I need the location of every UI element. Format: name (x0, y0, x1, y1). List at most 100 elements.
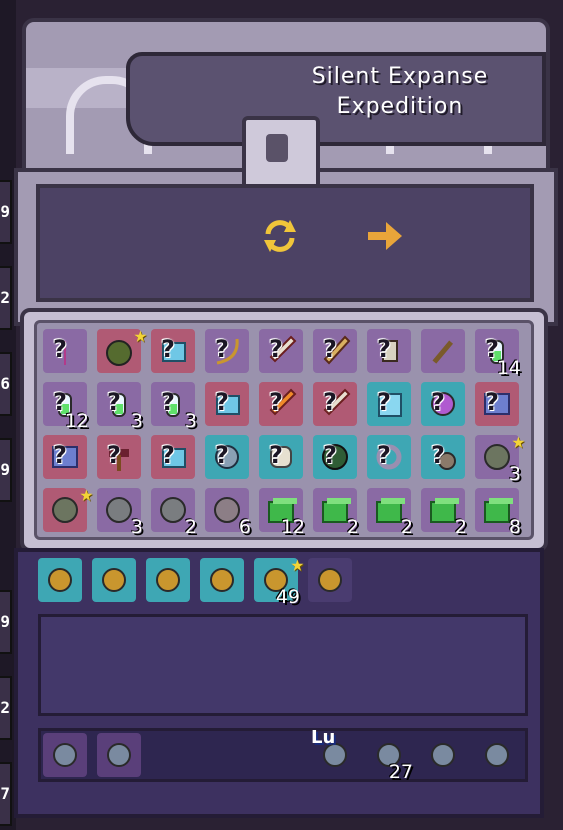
unknown-mark: ? (323, 388, 337, 416)
hotbar-slot[interactable] (43, 733, 87, 777)
item-label: Lu (311, 727, 336, 748)
inventory-slot[interactable]: ? (205, 435, 249, 479)
moss-bundle-icon (106, 340, 132, 366)
accessory-slot[interactable] (308, 558, 352, 602)
stack-count: 2 (346, 516, 359, 538)
edge-number: 7 (0, 762, 12, 826)
pendant-icon (210, 568, 234, 592)
inventory-slot[interactable]: ? 14 (475, 329, 521, 379)
unknown-mark: ? (53, 335, 67, 363)
inventory-slot[interactable]: 2 (151, 488, 197, 538)
inventory-slot[interactable]: ? (151, 435, 195, 479)
right-arrow-icon[interactable] (362, 214, 406, 258)
edge-number: 9 (0, 438, 12, 502)
inventory-slot[interactable]: ? (43, 435, 87, 479)
edge-number: 2 (0, 266, 12, 330)
inventory-slot[interactable]: 8 (475, 488, 521, 538)
pickaxe-icon (107, 743, 131, 767)
inventory-slot[interactable]: ? (367, 435, 411, 479)
stack-count: 6 (238, 516, 251, 538)
unknown-mark: ? (431, 388, 445, 416)
arrow-icon-graphic (368, 222, 402, 250)
stone-3-icon (52, 497, 78, 523)
stack-count: 3 (130, 410, 143, 432)
inventory-slot[interactable]: ? (259, 329, 303, 373)
accessory-slot[interactable] (200, 558, 244, 602)
cane-icon (53, 743, 77, 767)
unknown-mark: ? (269, 335, 283, 363)
accessory-slot[interactable] (146, 558, 190, 602)
unknown-mark: ? (323, 441, 337, 469)
unknown-mark: ? (107, 441, 121, 469)
stack-count: 3 (508, 463, 521, 485)
unknown-mark: ? (323, 335, 337, 363)
inventory-slot[interactable]: ? (421, 435, 465, 479)
unknown-mark: ? (431, 441, 445, 469)
stack-count: 2 (454, 516, 467, 538)
inventory-slot[interactable]: ? (205, 329, 249, 373)
stack-count: 2 (184, 516, 197, 538)
inventory-slot[interactable]: 2 (367, 488, 413, 538)
edge-number: 9 (0, 180, 12, 244)
staff-icon (432, 340, 454, 364)
accessory-slot[interactable] (92, 558, 136, 602)
seed-bag-icon (318, 568, 342, 592)
inventory-slot[interactable]: 2 (313, 488, 359, 538)
refresh-icon-graphic (264, 220, 296, 252)
inventory-slot[interactable]: ? (259, 382, 303, 426)
favorite-star-icon: ★ (133, 323, 147, 348)
inventory-slot[interactable]: ? (367, 329, 411, 373)
unknown-mark: ? (161, 441, 175, 469)
inventory-slot[interactable]: ? 12 (43, 382, 89, 432)
unknown-mark: ? (377, 335, 391, 363)
stack-count: 12 (64, 410, 89, 432)
unknown-mark: ? (53, 441, 67, 469)
inventory-slot[interactable]: ? (367, 382, 411, 426)
inventory-slot[interactable]: 3 (97, 488, 143, 538)
hotbar-slot[interactable] (475, 733, 519, 777)
inventory-slot[interactable]: 12 (259, 488, 305, 538)
inventory-slot[interactable]: 6 (205, 488, 251, 538)
inventory-panel: ? ★?????? 14? 12? 3? 3?????????????? ★ 3 ★ 3 2 6 12 2… (20, 308, 548, 552)
inventory-slot[interactable]: ? (151, 329, 195, 373)
inventory-slot[interactable]: ? 3 (151, 382, 197, 432)
inventory-slot[interactable]: ? 3 (97, 382, 143, 432)
edge-number: 6 (0, 352, 12, 416)
edge-number: 9 (0, 590, 12, 654)
unknown-mark: ? (215, 335, 229, 363)
compass-icon (431, 743, 455, 767)
unknown-mark: ? (269, 388, 283, 416)
hotbar-slot[interactable]: Lu (311, 727, 357, 777)
unknown-mark: ? (269, 441, 283, 469)
inventory-slot[interactable]: ? (313, 435, 357, 479)
green-book-icon (485, 743, 509, 767)
inventory-slot[interactable]: ★ 3 (475, 429, 525, 485)
inventory-slot[interactable]: ? (313, 382, 357, 426)
keyhole (266, 134, 288, 162)
inventory-slot[interactable]: ? (313, 329, 357, 373)
hotbar-slot[interactable] (97, 733, 141, 777)
hotbar-slot[interactable] (421, 733, 465, 777)
inventory-slot[interactable]: 2 (421, 488, 467, 538)
inventory-slot[interactable]: ? (205, 382, 249, 426)
accessory-slot[interactable]: ★ 49 (254, 552, 304, 608)
hotbar-slot[interactable]: 27 (367, 733, 413, 783)
inventory-slot[interactable]: ? (43, 329, 87, 373)
accessory-slot[interactable] (38, 558, 82, 602)
unknown-mark: ? (485, 388, 499, 416)
inventory-slot[interactable] (421, 329, 465, 373)
refresh-icon[interactable] (258, 214, 302, 258)
inventory-slot[interactable]: ★ (97, 323, 147, 373)
stack-count: 14 (496, 357, 521, 379)
inventory-slot[interactable]: ? (259, 435, 303, 479)
gem-ring-icon (48, 568, 72, 592)
stack-count: 2 (400, 516, 413, 538)
hotbar: Lu 27 (38, 727, 528, 783)
favorite-star-icon: ★ (511, 429, 525, 454)
inventory-slot[interactable]: ? (421, 382, 465, 426)
inventory-slot[interactable]: ★ (43, 482, 93, 532)
inventory-slot[interactable]: ? (97, 435, 141, 479)
stack-count: 27 (388, 761, 413, 783)
favorite-star-icon: ★ (79, 482, 93, 507)
inventory-slot[interactable]: ? (475, 382, 519, 426)
